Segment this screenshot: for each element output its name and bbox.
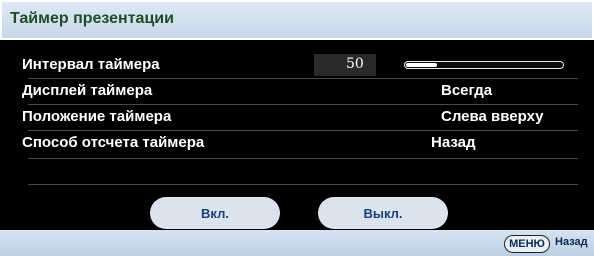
- back-label: Назад: [555, 236, 588, 248]
- window-title: Таймер презентации: [10, 10, 174, 27]
- menu-key-icon[interactable]: МЕНЮ: [504, 235, 550, 253]
- separator: [28, 104, 578, 105]
- count-method-label: Способ отсчета таймера: [22, 134, 205, 151]
- timer-position-value[interactable]: Слева вверху: [441, 108, 543, 125]
- timer-interval-slider[interactable]: [404, 61, 564, 69]
- timer-position-label: Положение таймера: [22, 108, 172, 125]
- status-bar: МЕНЮ Назад: [0, 230, 594, 256]
- settings-panel: Интервал таймера 50 Дисплей таймера Всег…: [0, 40, 594, 230]
- on-button[interactable]: Вкл.: [150, 197, 280, 229]
- separator: [28, 130, 578, 131]
- timer-interval-value[interactable]: 50: [314, 54, 376, 76]
- row-timer-interval[interactable]: Интервал таймера 50: [0, 54, 594, 76]
- row-timer-display[interactable]: Дисплей таймера Всегда: [0, 80, 594, 102]
- title-bar: Таймер презентации: [0, 0, 594, 40]
- presentation-timer-window: Таймер презентации Интервал таймера 50 Д…: [0, 0, 594, 256]
- separator: [28, 78, 578, 79]
- off-button[interactable]: Выкл.: [318, 197, 448, 229]
- separator: [28, 184, 578, 185]
- row-timer-position[interactable]: Положение таймера Слева вверху: [0, 106, 594, 128]
- count-method-value[interactable]: Назад: [431, 134, 475, 151]
- timer-display-label: Дисплей таймера: [22, 82, 153, 99]
- slider-fill: [406, 63, 437, 67]
- timer-display-value[interactable]: Всегда: [441, 82, 492, 99]
- row-timer-count-method[interactable]: Способ отсчета таймера Назад: [0, 132, 594, 154]
- timer-interval-label: Интервал таймера: [22, 56, 160, 73]
- separator: [28, 158, 578, 159]
